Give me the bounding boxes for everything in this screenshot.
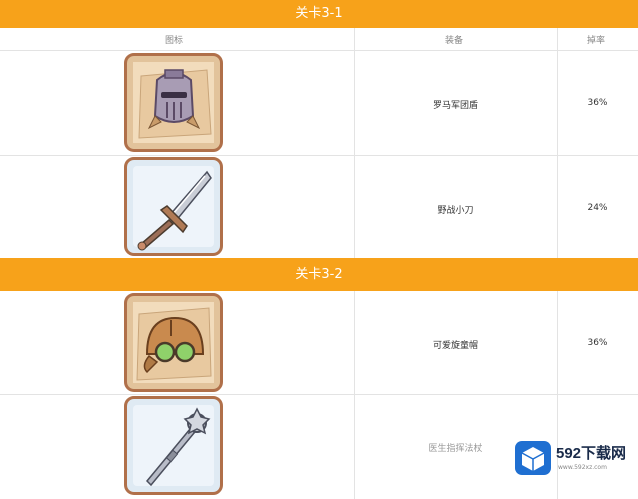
broadsword-icon	[124, 157, 223, 256]
section-banner-3-1: 关卡3-1	[0, 0, 638, 28]
equip-name: 罗马军团盾	[432, 101, 478, 111]
site-watermark: 592下载网 www.592xz.com	[514, 440, 632, 476]
watermark-url: www.592xz.com	[558, 464, 607, 471]
table-row: 罗马军团盾 36%	[0, 51, 638, 156]
equip-name: 野战小刀	[437, 206, 474, 216]
drop-rate: 36%	[587, 338, 608, 348]
table-header: 图标 装备 掉率	[0, 28, 638, 51]
section-banner-3-2: 关卡3-2	[0, 258, 638, 291]
drop-rate: 36%	[587, 98, 608, 108]
table-row: 野战小刀 24%	[0, 155, 638, 259]
section-title: 关卡3-2	[295, 267, 343, 282]
goggles-cap-icon	[124, 293, 223, 392]
section-title: 关卡3-1	[295, 6, 343, 21]
cube-logo-icon	[515, 441, 551, 475]
equip-name: 可爱旋童帽	[432, 341, 478, 351]
col-header-rate: 掉率	[587, 36, 606, 46]
col-header-equip: 装备	[445, 36, 464, 46]
mace-staff-icon	[124, 396, 223, 495]
col-header-icon: 图标	[165, 36, 184, 46]
gladiator-helmet-icon	[124, 53, 223, 152]
drop-rate: 24%	[587, 203, 608, 213]
table-row: 可爱旋童帽 36%	[0, 291, 638, 395]
watermark-brand: 592下载网	[556, 445, 627, 462]
